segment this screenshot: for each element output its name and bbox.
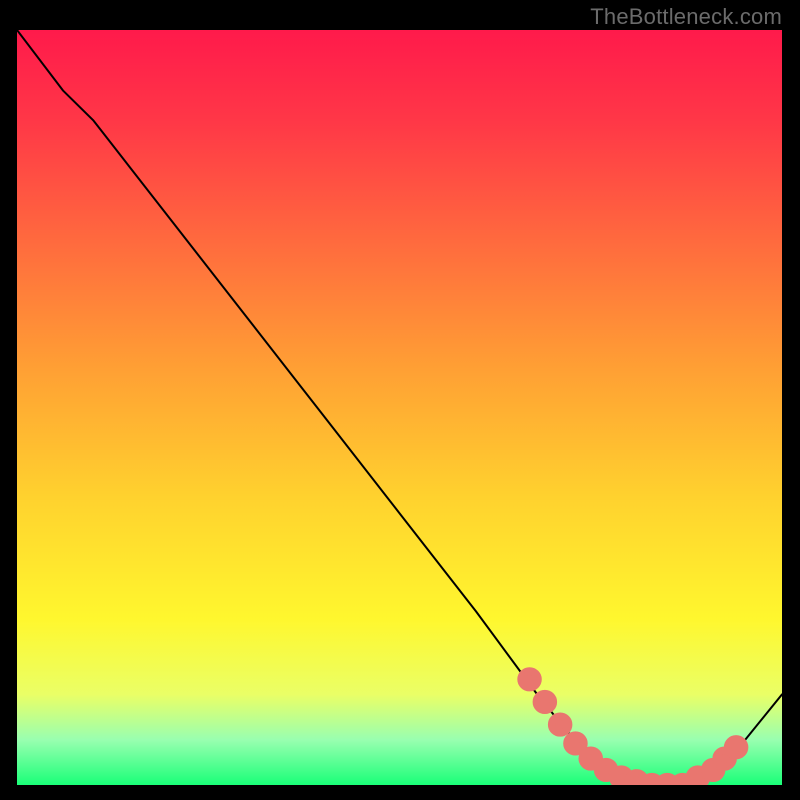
marker-point bbox=[567, 735, 584, 752]
marker-point bbox=[552, 716, 569, 733]
marker-point bbox=[521, 671, 538, 688]
marker-point bbox=[536, 694, 553, 711]
watermark-text: TheBottleneck.com bbox=[590, 4, 782, 30]
plot-background bbox=[17, 30, 782, 785]
chart-frame: TheBottleneck.com bbox=[0, 0, 800, 800]
marker-point bbox=[728, 739, 745, 756]
chart-svg bbox=[17, 30, 782, 785]
